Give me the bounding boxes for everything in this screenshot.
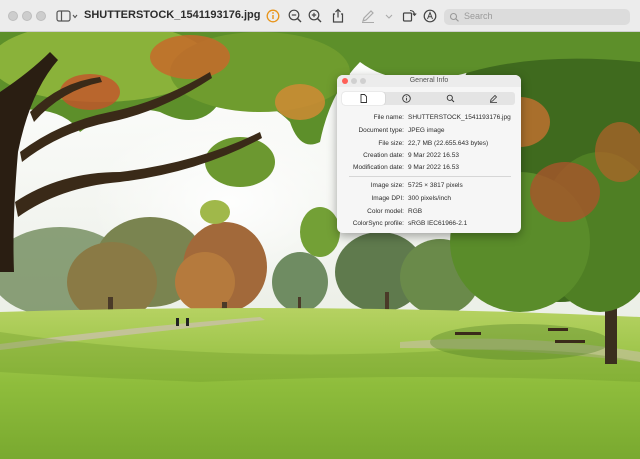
zoom-in-icon [308,9,322,23]
info-value: JPEG image [408,127,445,134]
info-value: 9 Mar 2022 16.53 [408,152,459,159]
rotate-icon [402,9,417,22]
info-row-color-model: Color model: RGB [337,208,521,218]
markup-button[interactable] [359,7,377,25]
info-label: Creation date: [363,152,404,159]
minimize-window-button[interactable] [22,11,32,21]
info-row-document-type: Document type: JPEG image [337,127,521,137]
share-button[interactable] [329,7,347,25]
info-value: SHUTTERSTOCK_1541193176.jpg [408,114,511,121]
info-label: File size: [378,140,404,147]
tab-search[interactable] [429,92,472,105]
info-value: 300 pixels/inch [408,195,451,202]
tab-more-info[interactable] [385,92,428,105]
info-row-colorsync-profile: ColorSync profile: sRGB IEC61966-2.1 [337,220,521,230]
info-icon [266,9,280,23]
info-label: Color model: [367,208,404,215]
chevron-down-icon [385,14,393,19]
preview-window: SHUTTERSTOCK_1541193176.jpg Search Gener… [0,0,640,459]
annotate-icon [423,9,437,23]
info-button[interactable] [264,7,282,25]
info-label: Image DPI: [371,195,404,202]
zoom-in-button[interactable] [306,7,324,25]
pencil-icon [489,94,498,103]
markup-pen-icon [362,10,374,23]
magnifier-icon [446,94,455,103]
zoom-out-icon [288,9,302,23]
info-row-file-size: File size: 22,7 MB (22.655.643 bytes) [337,140,521,150]
search-field[interactable]: Search [444,9,630,25]
tab-edit[interactable] [472,92,515,105]
info-icon [402,94,411,103]
general-info-panel: General Info File name: SHUTTERSTOCK_154… [337,75,521,233]
info-divider [349,176,511,177]
park-photo [0,32,640,459]
info-row-image-size: Image size: 5725 × 3817 pixels [337,182,521,192]
info-value: 9 Mar 2022 16.53 [408,164,459,171]
window-title: SHUTTERSTOCK_1541193176.jpg [84,9,261,21]
info-label: Modification date: [353,164,404,171]
info-panel-title: General Info [409,77,449,84]
info-panel-titlebar: General Info [337,75,521,87]
zoom-window-button[interactable] [36,11,46,21]
info-value: sRGB IEC61966-2.1 [408,220,468,227]
close-window-button[interactable] [8,11,18,21]
info-row-file-name: File name: SHUTTERSTOCK_1541193176.jpg [337,114,521,124]
info-value: 22,7 MB (22.655.643 bytes) [408,140,489,147]
info-label: Document type: [358,127,404,134]
annotate-button[interactable] [421,7,439,25]
info-tab-bar [342,92,515,105]
search-icon [449,12,459,22]
info-row-creation-date: Creation date: 9 Mar 2022 16.53 [337,152,521,162]
sidebar-icon [56,10,78,22]
info-value: RGB [408,208,423,215]
sidebar-toggle-button[interactable] [56,9,80,24]
tab-general[interactable] [342,92,385,105]
search-placeholder: Search [464,11,493,21]
info-row-modification-date: Modification date: 9 Mar 2022 16.53 [337,164,521,174]
info-value: 5725 × 3817 pixels [408,182,463,189]
markup-menu-button[interactable] [380,7,398,25]
share-icon [332,8,344,23]
toolbar: SHUTTERSTOCK_1541193176.jpg Search [0,0,640,32]
rotate-button[interactable] [400,7,418,25]
info-label: File name: [373,114,404,121]
document-icon [360,94,367,103]
zoom-out-button[interactable] [286,7,304,25]
info-label: Image size: [370,182,404,189]
info-label: ColorSync profile: [352,220,404,227]
info-row-image-dpi: Image DPI: 300 pixels/inch [337,195,521,205]
